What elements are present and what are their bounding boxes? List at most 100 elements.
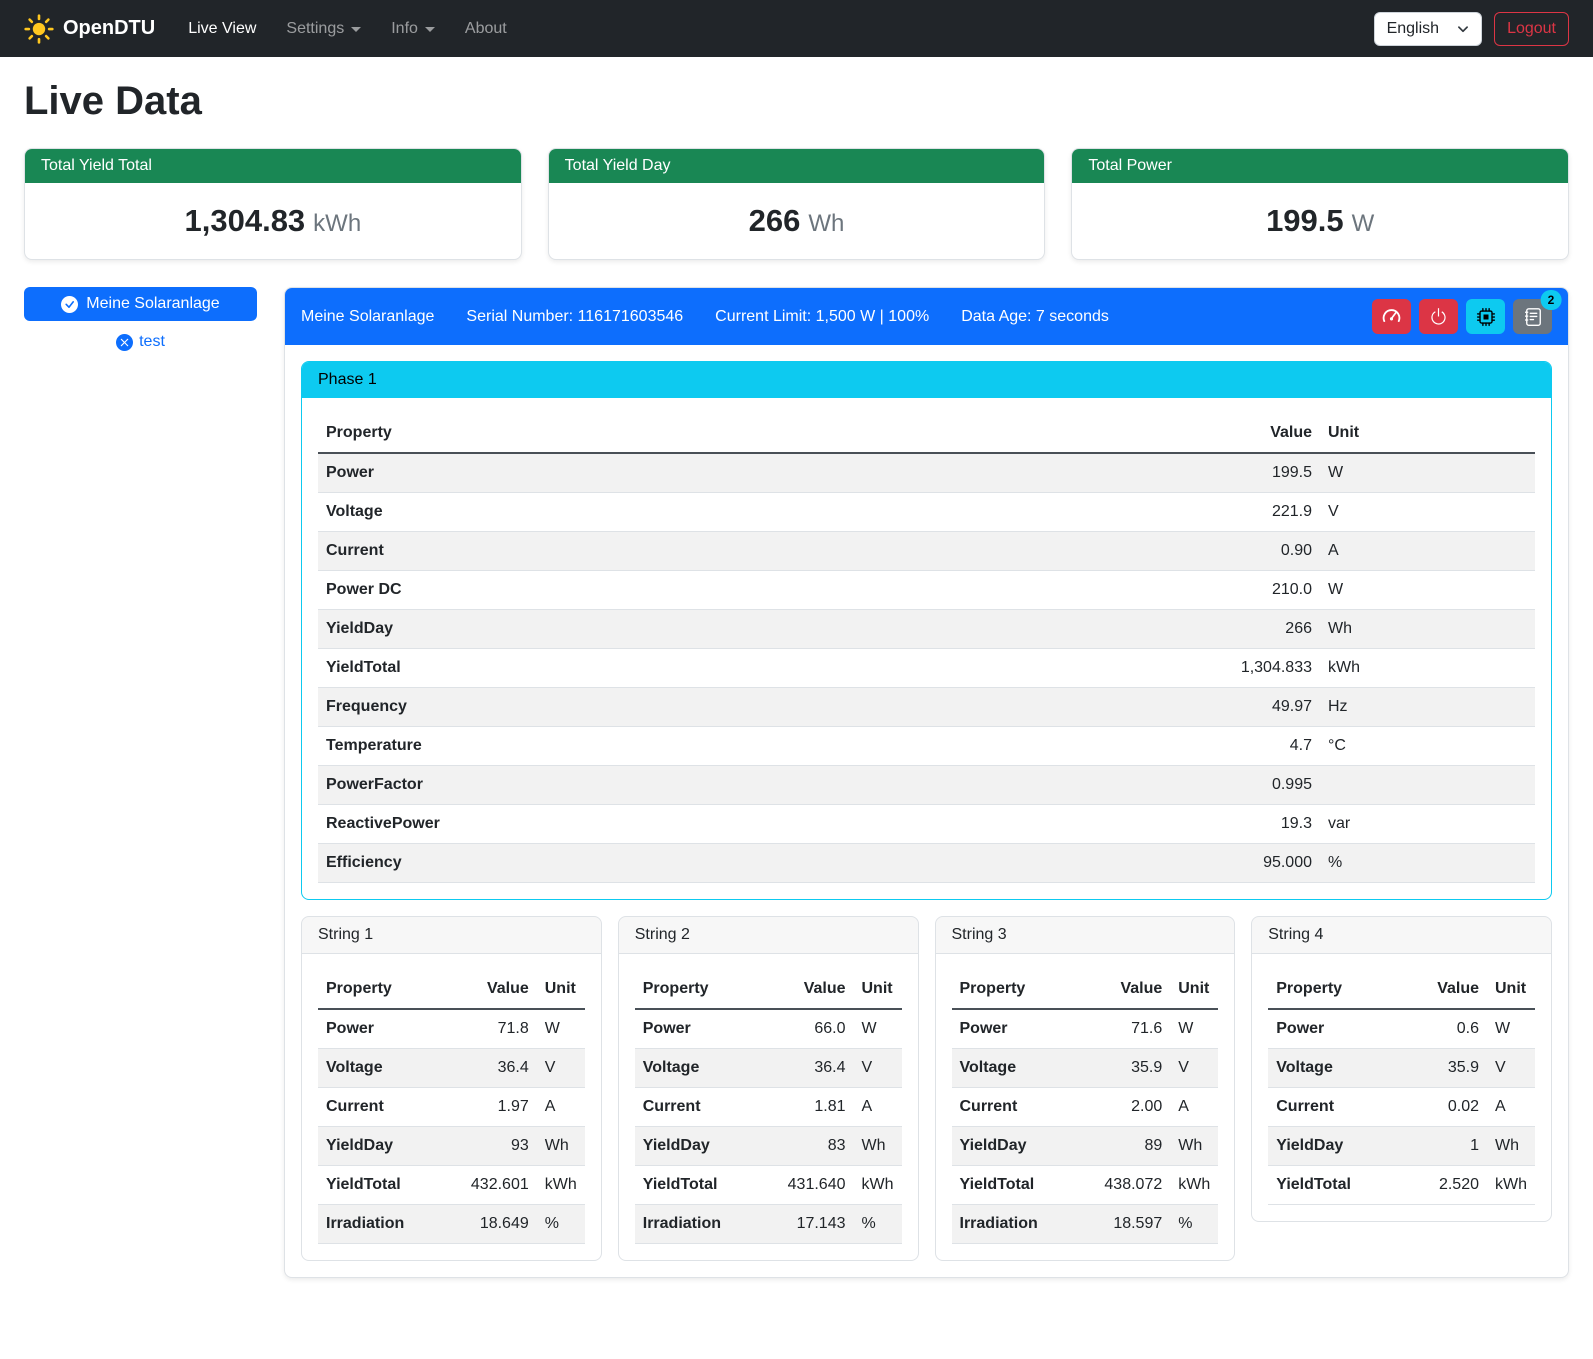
property-cell: Power [635, 1009, 770, 1049]
property-cell: Voltage [952, 1049, 1087, 1088]
property-cell: Efficiency [318, 844, 917, 883]
col-unit: Unit [537, 970, 585, 1009]
nav-label-info: Info [391, 20, 418, 38]
limit-settings-button[interactable] [1372, 299, 1411, 334]
table-row: Power DC 210.0 W [318, 571, 1535, 610]
property-cell: Power [1268, 1009, 1403, 1049]
property-cell: YieldTotal [635, 1166, 770, 1205]
nav-item-info[interactable]: Info [376, 12, 450, 46]
col-value: Value [917, 414, 1320, 453]
property-cell: Temperature [318, 727, 917, 766]
nav-item-about[interactable]: About [450, 12, 522, 46]
summary-card-total-yield-day: Total Yield Day 266 Wh [548, 148, 1046, 260]
unit-cell: A [854, 1088, 902, 1127]
summary-card-title: Total Yield Total [25, 149, 521, 183]
page-title: Live Data [24, 79, 1569, 124]
unit-cell: kWh [1320, 649, 1535, 688]
string-title: String 3 [936, 917, 1235, 954]
string-card-body: Property Value Unit Power 66.0 W Voltage… [619, 954, 918, 1260]
language-select[interactable]: English [1374, 12, 1482, 46]
phase-table-body: Power 199.5 W Voltage 221.9 V Current 0.… [318, 453, 1535, 883]
value-cell: 35.9 [1403, 1049, 1487, 1088]
inverter-select-button[interactable]: Meine Solaranlage [24, 287, 257, 321]
property-cell: Current [1268, 1088, 1403, 1127]
nav-item-settings[interactable]: Settings [271, 12, 376, 46]
table-row: YieldDay 83 Wh [635, 1127, 902, 1166]
property-cell: Voltage [635, 1049, 770, 1088]
brand-link[interactable]: OpenDTU [24, 14, 155, 44]
nav-label-settings: Settings [286, 20, 344, 38]
brand-label: OpenDTU [63, 17, 155, 40]
col-value: Value [1403, 970, 1487, 1009]
property-cell: YieldTotal [318, 1166, 453, 1205]
power-toggle-button[interactable] [1419, 299, 1458, 334]
cpu-icon [1476, 307, 1496, 327]
summary-unit: Wh [808, 210, 844, 237]
content-row: Meine Solaranlage test Meine Solaranlage… [24, 287, 1569, 1278]
property-cell: Power [318, 1009, 453, 1049]
table-row: Irradiation 18.597 % [952, 1205, 1219, 1244]
unit-cell: kWh [854, 1166, 902, 1205]
table-row: Power 66.0 W [635, 1009, 902, 1049]
col-value: Value [1086, 970, 1170, 1009]
property-cell: Irradiation [635, 1205, 770, 1244]
value-cell: 66.0 [770, 1009, 854, 1049]
string-title: String 1 [302, 917, 601, 954]
table-row: YieldTotal 431.640 kWh [635, 1166, 902, 1205]
value-cell: 0.90 [917, 532, 1320, 571]
value-cell: 49.97 [917, 688, 1320, 727]
navbar-right: English Logout [1374, 12, 1569, 46]
event-log-button[interactable]: 2 [1513, 299, 1552, 334]
col-property: Property [318, 414, 917, 453]
logout-button[interactable]: Logout [1494, 12, 1569, 46]
data-age: Data Age: 7 seconds [961, 308, 1109, 326]
x-circle-icon [116, 334, 133, 351]
property-cell: YieldDay [1268, 1127, 1403, 1166]
phase-title: Phase 1 [302, 362, 1551, 398]
property-cell: YieldTotal [1268, 1166, 1403, 1205]
value-cell: 18.649 [453, 1205, 537, 1244]
string-card-body: Property Value Unit Power 0.6 W Voltage … [1252, 954, 1551, 1221]
value-cell: 36.4 [453, 1049, 537, 1088]
table-header-row: Property Value Unit [318, 970, 585, 1009]
nav-item-live-view[interactable]: Live View [173, 12, 271, 46]
property-cell: PowerFactor [318, 766, 917, 805]
property-cell: YieldDay [952, 1127, 1087, 1166]
property-cell: Voltage [1268, 1049, 1403, 1088]
phase-card-body: Property Value Unit Power 199.5 W Voltag… [302, 398, 1551, 899]
summary-card-title: Total Power [1072, 149, 1568, 183]
chevron-down-icon [425, 27, 435, 32]
value-cell: 1.81 [770, 1088, 854, 1127]
unit-cell: % [1320, 844, 1535, 883]
table-row: Current 0.90 A [318, 532, 1535, 571]
inverter-sidebar: Meine Solaranlage test [24, 287, 257, 351]
string-card-4: String 4 Property Value Unit [1251, 916, 1552, 1222]
inverter-item-test-label: test [139, 333, 165, 351]
value-cell: 1 [1403, 1127, 1487, 1166]
string-title: String 2 [619, 917, 918, 954]
col-property: Property [635, 970, 770, 1009]
table-row: Irradiation 17.143 % [635, 1205, 902, 1244]
device-info-button[interactable] [1466, 299, 1505, 334]
value-cell: 199.5 [917, 453, 1320, 493]
unit-cell: kWh [1170, 1166, 1218, 1205]
summary-value: 266 [749, 203, 801, 238]
table-row: Irradiation 18.649 % [318, 1205, 585, 1244]
serial-number: Serial Number: 116171603546 [466, 308, 683, 326]
table-row: Power 0.6 W [1268, 1009, 1535, 1049]
current-limit: Current Limit: 1,500 W | 100% [715, 308, 929, 326]
unit-cell: °C [1320, 727, 1535, 766]
summary-card-title: Total Yield Day [549, 149, 1045, 183]
col-value: Value [770, 970, 854, 1009]
summary-value: 199.5 [1266, 203, 1344, 238]
col-unit: Unit [854, 970, 902, 1009]
inverter-actions: 2 [1372, 299, 1552, 334]
table-header-row: Property Value Unit [635, 970, 902, 1009]
table-row: ReactivePower 19.3 var [318, 805, 1535, 844]
table-row: YieldDay 89 Wh [952, 1127, 1219, 1166]
inverter-item-test[interactable]: test [24, 333, 257, 351]
event-count-badge: 2 [1541, 290, 1562, 310]
property-cell: Current [952, 1088, 1087, 1127]
table-row: Power 199.5 W [318, 453, 1535, 493]
summary-row: Total Yield Total 1,304.83kWh Total Yiel… [24, 148, 1569, 260]
